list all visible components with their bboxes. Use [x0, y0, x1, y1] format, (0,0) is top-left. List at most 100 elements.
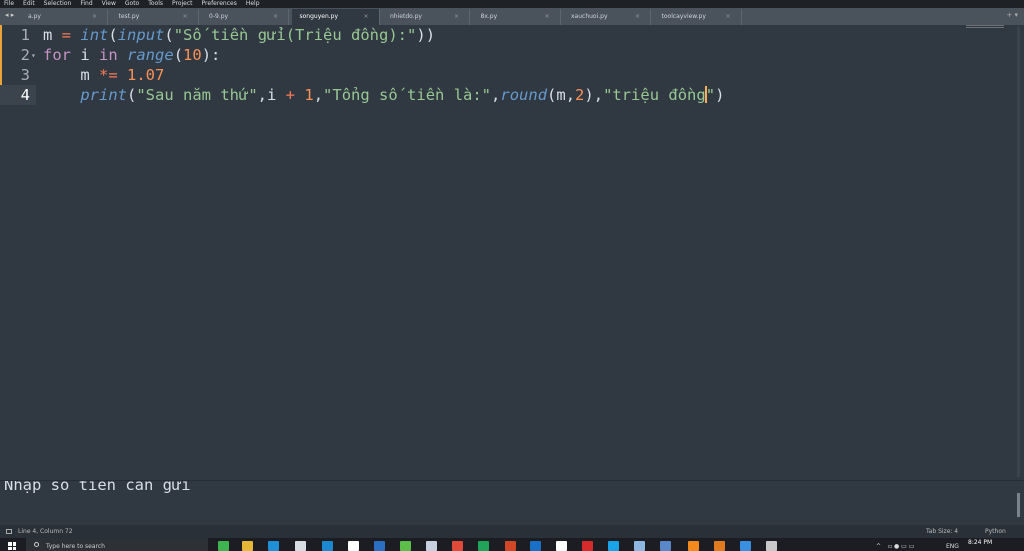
- tab-8x-py[interactable]: 8x.py ×: [473, 9, 561, 25]
- tab-0-9-py[interactable]: 0-9.py ×: [201, 9, 289, 25]
- taskbar-search[interactable]: Type here to search: [26, 538, 208, 551]
- line-number: 4: [0, 85, 36, 105]
- line-number: 3: [20, 66, 30, 84]
- tray-icons[interactable]: ▫ ● ▭ ▭: [888, 543, 914, 550]
- tab-size[interactable]: Tab Size: 4: [926, 525, 958, 538]
- tab-label: a.py: [28, 13, 41, 20]
- code-line[interactable]: 1m = int(input("Số tiền gửi(Triệu đồng):…: [0, 25, 1010, 45]
- menu-file[interactable]: File: [4, 0, 14, 8]
- tab-test-py[interactable]: test.py ×: [111, 9, 199, 25]
- app5-icon[interactable]: [714, 541, 725, 551]
- mail-icon[interactable]: [322, 541, 333, 551]
- tab-nhietdo-py[interactable]: nhietdo.py ×: [382, 9, 470, 25]
- taskbar: Type here to search ^ ▫ ● ▭ ▭ ENG 8:24 P…: [0, 538, 1024, 551]
- menu-bar: File Edit Selection Find View Goto Tools Projec…: [0, 0, 1024, 8]
- code-token: +: [285, 86, 296, 104]
- search-placeholder: Type here to search: [46, 543, 105, 550]
- code-token: for: [43, 46, 71, 64]
- clock[interactable]: 8:24 PM: [968, 539, 992, 546]
- code-token: range: [127, 46, 174, 64]
- code-token: i: [71, 46, 99, 64]
- terminal-icon[interactable]: [766, 541, 777, 551]
- app-icon[interactable]: [348, 541, 359, 551]
- close-tab-icon[interactable]: ×: [92, 13, 97, 20]
- close-tab-icon[interactable]: ×: [635, 13, 640, 20]
- green-app-icon[interactable]: [218, 541, 229, 551]
- tab-xauchuoi-py[interactable]: xauchuoi.py ×: [563, 9, 651, 25]
- output-text: Nhập số tiền cần gửi: [4, 480, 191, 494]
- menu-preferences[interactable]: Preferences: [202, 0, 237, 8]
- tab-label: 8x.py: [480, 13, 498, 20]
- syntax-selector[interactable]: Python: [985, 525, 1006, 538]
- edge-icon[interactable]: [268, 541, 279, 551]
- close-tab-icon[interactable]: ×: [273, 13, 278, 20]
- tab-nav-arrows-icon[interactable]: ◂ ▸: [5, 11, 14, 19]
- record-icon[interactable]: [582, 541, 593, 551]
- medium-icon[interactable]: [556, 541, 567, 551]
- excel-icon[interactable]: [478, 541, 489, 551]
- close-tab-icon[interactable]: ×: [363, 13, 368, 20]
- app6-icon[interactable]: [740, 541, 751, 551]
- store-icon[interactable]: [295, 541, 306, 551]
- close-tab-icon[interactable]: ×: [454, 13, 459, 20]
- search-icon: [34, 542, 39, 547]
- tab-label: nhietdo.py: [390, 13, 422, 20]
- tab-toolcayview-py[interactable]: toolcayview.py ×: [654, 9, 742, 25]
- menu-view[interactable]: View: [102, 0, 116, 8]
- file-explorer-icon[interactable]: [242, 541, 253, 551]
- code-token: )): [416, 26, 436, 44]
- fold-arrow-icon[interactable]: ▾: [31, 46, 36, 66]
- code-token: =: [61, 26, 72, 44]
- menu-tools[interactable]: Tools: [148, 0, 163, 8]
- close-tab-icon[interactable]: ×: [182, 13, 187, 20]
- windows-start-icon[interactable]: [8, 542, 16, 550]
- code-token: 1.07: [127, 66, 165, 84]
- panel-toggle-icon[interactable]: [6, 529, 12, 534]
- chrome-icon[interactable]: [452, 541, 463, 551]
- app3-icon[interactable]: [426, 541, 437, 551]
- tab-songuyen-py[interactable]: songuyen.py ×: [291, 9, 380, 25]
- code-token: (m,: [547, 86, 576, 104]
- code-line[interactable]: 2 ▾ for i in range(10):: [0, 45, 1010, 65]
- code-token: ):: [201, 46, 221, 64]
- code-line[interactable]: 3 m *= 1.07: [0, 65, 1010, 85]
- code-token: "triệu đồng: [603, 86, 706, 104]
- app4-icon[interactable]: [660, 541, 671, 551]
- menu-help[interactable]: Help: [246, 0, 260, 8]
- menu-selection[interactable]: Selection: [44, 0, 72, 8]
- app2-icon[interactable]: [400, 541, 411, 551]
- photos-icon[interactable]: [634, 541, 645, 551]
- cursor-position: Line 4, Column 72: [18, 528, 73, 535]
- tab-a-py[interactable]: a.py ×: [20, 9, 108, 25]
- code-editor[interactable]: 1m = int(input("Số tiền gửi(Triệu đồng):…: [0, 25, 1024, 480]
- menu-goto[interactable]: Goto: [125, 0, 139, 8]
- code-token: m: [43, 66, 99, 84]
- outlook-icon[interactable]: [530, 541, 541, 551]
- code-token: "Số tiền gửi(Triệu đồng):": [173, 26, 417, 44]
- close-tab-icon[interactable]: ×: [544, 13, 549, 20]
- menu-project[interactable]: Project: [172, 0, 193, 8]
- code-token: ): [715, 86, 725, 104]
- vertical-scrollbar[interactable]: [1017, 27, 1020, 477]
- new-tab-icon[interactable]: + ▾: [1006, 11, 1018, 19]
- skype-icon[interactable]: [608, 541, 619, 551]
- code-token: ,: [313, 86, 324, 104]
- output-scrollbar[interactable]: [1017, 493, 1020, 517]
- sublime-icon[interactable]: [688, 541, 699, 551]
- close-tab-icon[interactable]: ×: [725, 13, 730, 20]
- powerpoint-icon[interactable]: [505, 541, 516, 551]
- tab-label: test.py: [118, 13, 140, 20]
- word-icon[interactable]: [374, 541, 385, 551]
- code-token: "Sau năm thứ": [136, 86, 258, 104]
- code-token: print: [80, 86, 127, 104]
- code-line[interactable]: 4 print("Sau năm thứ",i + 1,"Tổng số tiề…: [0, 85, 1010, 105]
- code-token: (: [173, 46, 184, 64]
- language-indicator[interactable]: ENG: [946, 543, 959, 550]
- menu-edit[interactable]: Edit: [23, 0, 35, 8]
- tray-expand-icon[interactable]: ^: [876, 543, 881, 550]
- menu-find[interactable]: Find: [80, 0, 92, 8]
